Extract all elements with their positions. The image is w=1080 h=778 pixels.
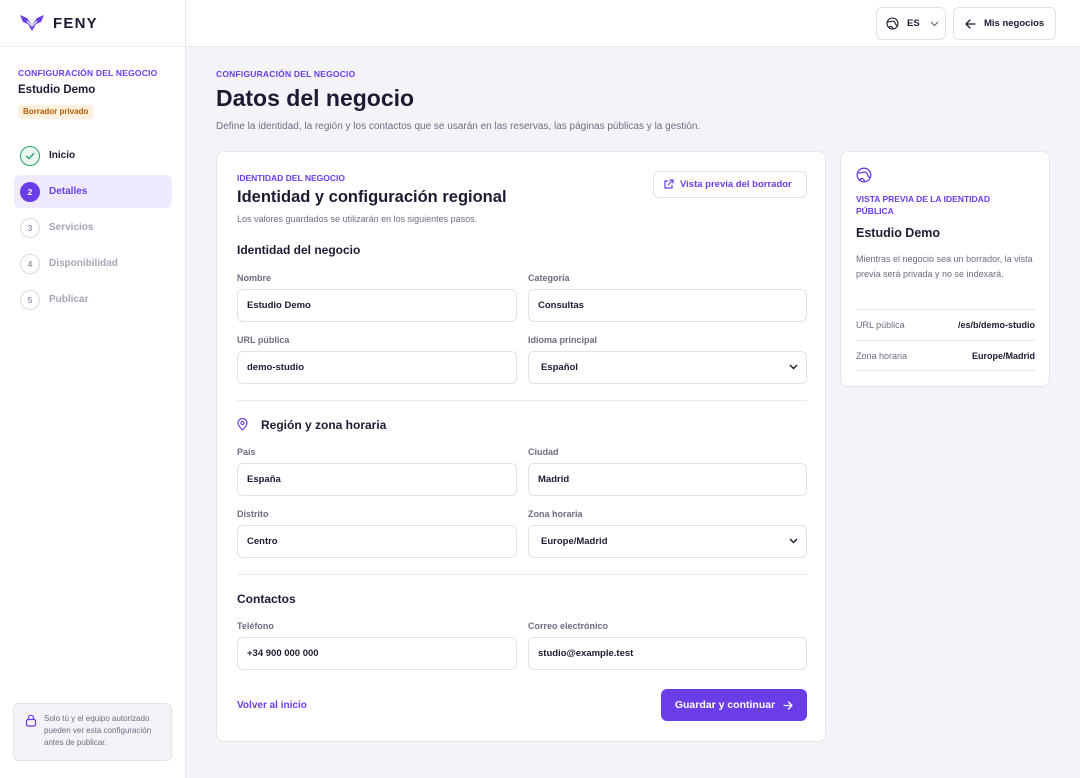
preview-url-row: URL pública /es/b/demo-studio — [856, 309, 1035, 340]
preview-url-label: URL pública — [856, 320, 905, 330]
external-link-icon — [664, 179, 674, 189]
step-number: 4 — [20, 253, 40, 274]
chevron-down-icon — [789, 538, 798, 544]
timezone-label: Zona horaria — [528, 509, 583, 519]
brand-name: FENY — [53, 14, 98, 32]
arrow-left-icon — [965, 18, 976, 29]
preview-eyebrow: VISTA PREVIA DE LA IDENTIDAD PÚBLICA — [856, 194, 990, 216]
topbar: ES Mis negocios — [186, 0, 1080, 47]
save-and-continue-button[interactable]: Guardar y continuar — [661, 689, 807, 721]
district-input[interactable]: Centro — [237, 525, 517, 558]
page-eyebrow: CONFIGURACIÓN DEL NEGOCIO — [216, 69, 356, 79]
check-icon — [20, 145, 40, 166]
step-number: 3 — [20, 217, 40, 238]
step-label: Servicios — [49, 222, 94, 233]
country-input[interactable]: España — [237, 463, 517, 496]
identity-heading: Identidad del negocio — [237, 243, 361, 257]
category-label: Categoría — [528, 273, 570, 283]
my-businesses-label: Mis negocios — [984, 18, 1045, 29]
draft-preview-button[interactable]: Vista previa del borrador — [653, 171, 807, 198]
sidebar-business-name: Estudio Demo — [18, 84, 96, 96]
step-publicar[interactable]: 5 Publicar — [14, 283, 172, 316]
step-detalles[interactable]: 2 Detalles — [14, 175, 172, 208]
step-label: Inicio — [49, 150, 76, 161]
step-label: Disponibilidad — [49, 258, 118, 269]
phone-input[interactable]: +34 900 000 000 — [237, 637, 517, 670]
step-disponibilidad[interactable]: 4 Disponibilidad — [14, 247, 172, 280]
my-businesses-button[interactable]: Mis negocios — [953, 7, 1056, 40]
form-eyebrow: IDENTIDAD DEL NEGOCIO — [237, 173, 345, 183]
chevron-down-icon — [930, 21, 939, 26]
city-label: Ciudad — [528, 447, 559, 457]
feny-logo-icon — [20, 15, 44, 31]
step-number: 2 — [20, 181, 40, 202]
step-servicios[interactable]: 3 Servicios — [14, 211, 172, 244]
district-label: Distrito — [237, 509, 269, 519]
name-input[interactable]: Estudio Demo — [237, 289, 517, 322]
brand[interactable]: FENY — [0, 0, 185, 47]
timezone-select[interactable]: Europe/Madrid — [528, 525, 807, 558]
public-identity-preview: VISTA PREVIA DE LA IDENTIDAD PÚBLICA Est… — [840, 151, 1050, 387]
chevron-down-icon — [789, 364, 798, 370]
page-description: Define la identidad, la región y los con… — [216, 121, 701, 132]
preview-timezone-value: Europe/Madrid — [971, 350, 1035, 361]
divider — [237, 400, 807, 401]
main-language-value: Español — [541, 362, 578, 373]
public-url-input[interactable]: demo-studio — [237, 351, 517, 384]
timezone-value: Europe/Madrid — [541, 536, 608, 547]
preview-timezone-row: Zona horaria Europe/Madrid — [856, 340, 1035, 371]
sidebar: FENY CONFIGURACIÓN DEL NEGOCIO Estudio D… — [0, 0, 186, 778]
privacy-note: Solo tú y el equipo autorizado pueden ve… — [13, 703, 172, 761]
map-pin-icon — [237, 418, 248, 431]
language-code: ES — [907, 18, 920, 29]
globe-icon — [856, 167, 872, 183]
form-title: Identidad y configuración regional — [237, 188, 507, 206]
preview-business-name: Estudio Demo — [856, 226, 941, 240]
contacts-heading: Contactos — [237, 592, 296, 606]
email-label: Correo electrónico — [528, 621, 609, 631]
draft-status-badge: Borrador privado — [18, 105, 94, 119]
main-language-label: Idioma principal — [528, 335, 598, 345]
business-details-form: IDENTIDAD DEL NEGOCIO Identidad y config… — [216, 151, 826, 742]
preview-timezone-label: Zona horaria — [856, 350, 908, 361]
city-input[interactable]: Madrid — [528, 463, 807, 496]
public-url-label: URL pública — [237, 335, 290, 345]
region-heading: Región y zona horaria — [261, 418, 387, 432]
globe-icon — [886, 17, 899, 30]
preview-description: Mientras el negocio sea un borrador, la … — [856, 254, 1033, 279]
privacy-note-text: Solo tú y el equipo autorizado pueden ve… — [44, 714, 152, 747]
step-label: Publicar — [49, 294, 89, 305]
preview-url-value: /es/b/demo-studio — [957, 320, 1035, 330]
arrow-right-icon — [783, 700, 793, 710]
page-title: Datos del negocio — [216, 85, 415, 111]
email-input[interactable]: studio@example.test — [528, 637, 807, 670]
draft-preview-label: Vista previa del borrador — [680, 179, 792, 190]
phone-label: Teléfono — [237, 621, 274, 631]
divider — [237, 574, 807, 575]
category-input[interactable]: Consultas — [528, 289, 807, 322]
step-number: 5 — [20, 289, 40, 310]
step-label: Detalles — [49, 186, 88, 197]
setup-steps: Inicio 2 Detalles 3 Servicios 4 Disponib… — [14, 139, 172, 319]
back-to-start-link[interactable]: Volver al inicio — [237, 700, 307, 711]
country-label: País — [237, 447, 256, 457]
main-language-select[interactable]: Español — [528, 351, 807, 384]
lock-icon — [25, 714, 37, 727]
form-subtitle: Los valores guardados se utilizarán en l… — [237, 214, 478, 224]
sidebar-eyebrow: CONFIGURACIÓN DEL NEGOCIO — [18, 68, 158, 78]
language-selector[interactable]: ES — [876, 7, 946, 40]
step-inicio[interactable]: Inicio — [14, 139, 172, 172]
save-and-continue-label: Guardar y continuar — [674, 699, 776, 711]
name-label: Nombre — [237, 273, 272, 283]
